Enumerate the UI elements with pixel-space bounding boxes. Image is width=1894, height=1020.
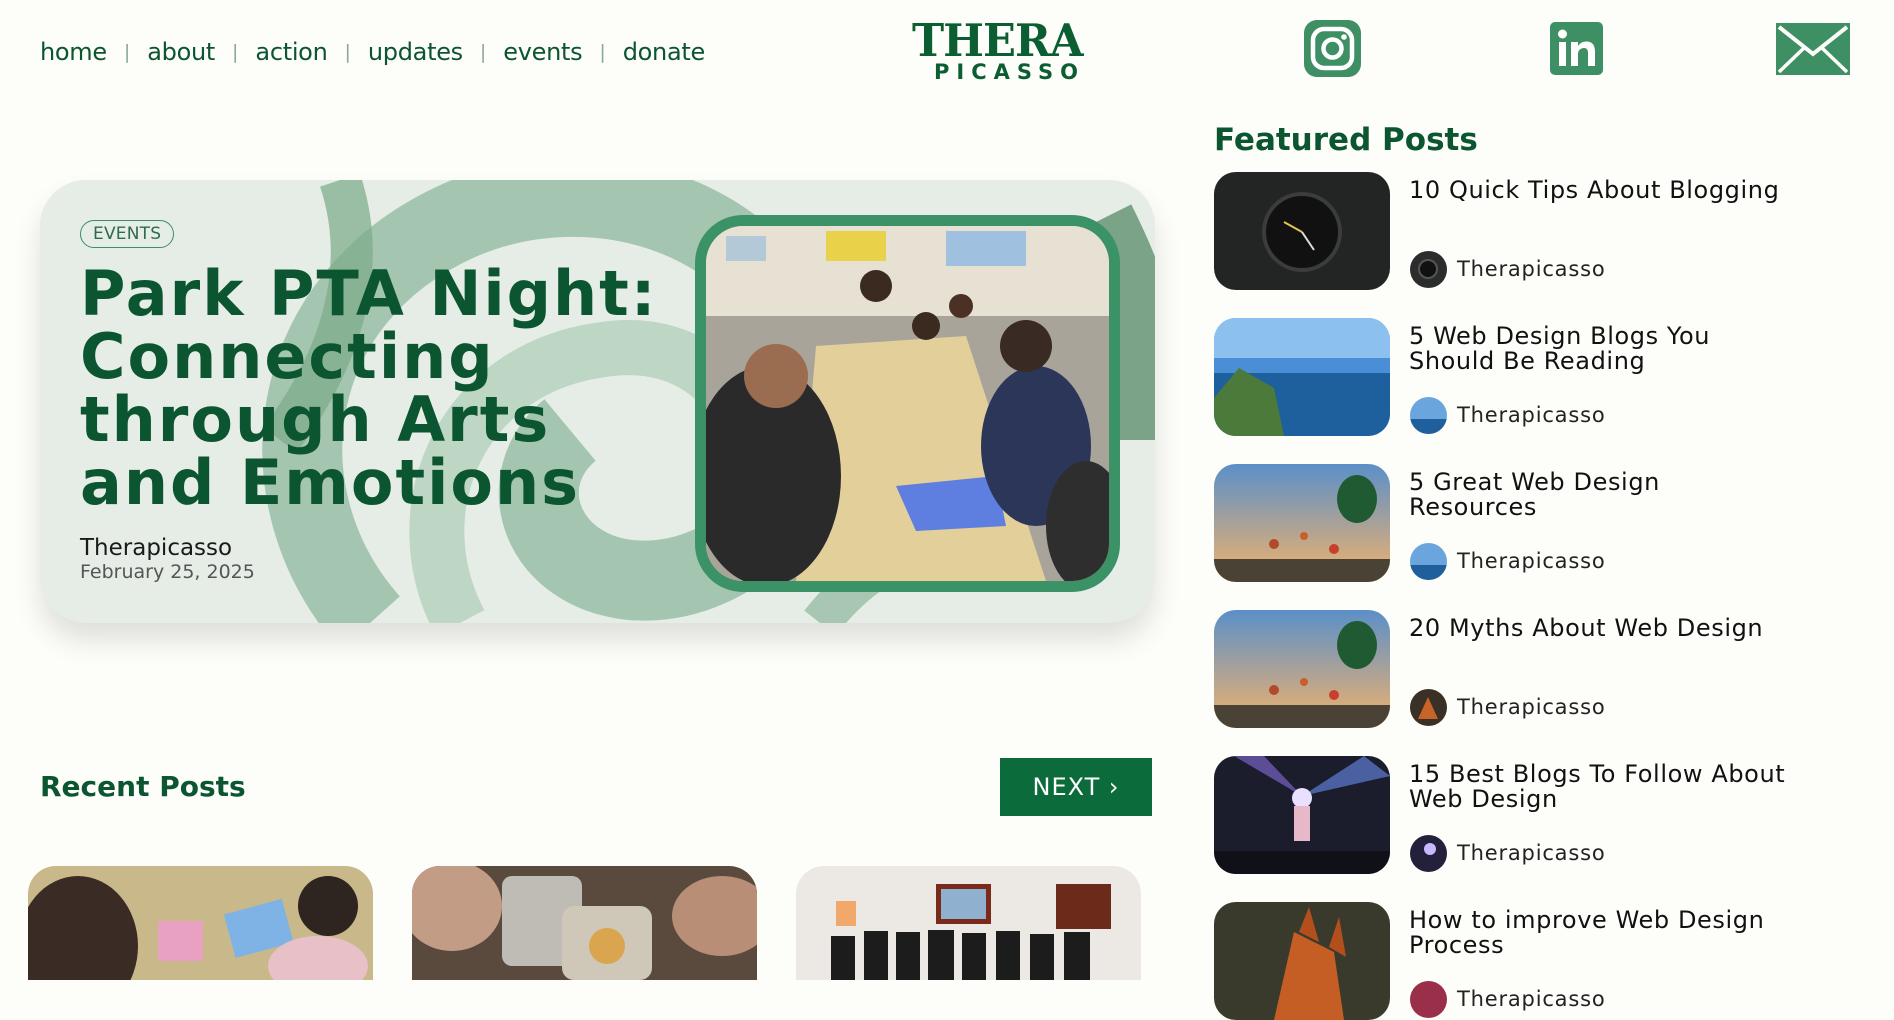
nav-events[interactable]: events	[503, 38, 582, 66]
featured-post-author: Therapicasso	[1457, 695, 1606, 719]
featured-post-title[interactable]: 5 Web Design Blogs You Should Be Reading	[1409, 324, 1794, 374]
featured-post-author: Therapicasso	[1457, 987, 1606, 1011]
nav-about[interactable]: about	[147, 38, 215, 66]
featured-post-thumbnail[interactable]	[1214, 902, 1390, 1020]
featured-post-thumbnail[interactable]	[1214, 464, 1390, 582]
recent-post-card[interactable]	[28, 866, 373, 980]
hero-title[interactable]: Park PTA Night: Connecting through Arts …	[80, 262, 700, 514]
nav-updates[interactable]: updates	[368, 38, 463, 66]
featured-post-title[interactable]: How to improve Web Design Process	[1409, 908, 1794, 958]
featured-posts-heading: Featured Posts	[1214, 122, 1478, 158]
nav-separator: |	[344, 41, 351, 63]
instagram-icon[interactable]	[1304, 20, 1361, 77]
featured-post-thumbnail[interactable]	[1214, 172, 1390, 290]
nav-home[interactable]: home	[40, 38, 107, 66]
site-logo[interactable]: THERA PICASSO	[912, 18, 1083, 88]
recent-post-image	[412, 866, 757, 980]
featured-post-title[interactable]: 5 Great Web Design Resources	[1409, 470, 1794, 520]
recent-post-image	[28, 866, 373, 980]
main-nav: home | about | action | updates | events…	[40, 38, 705, 66]
author-avatar	[1410, 543, 1447, 580]
featured-post-thumbnail[interactable]	[1214, 318, 1390, 436]
featured-post-author: Therapicasso	[1457, 841, 1606, 865]
author-avatar	[1410, 835, 1447, 872]
mail-icon[interactable]	[1776, 23, 1850, 75]
hero-photo[interactable]	[695, 215, 1120, 592]
nav-separator: |	[232, 41, 239, 63]
nav-separator: |	[123, 41, 131, 63]
hero-author: Therapicasso	[80, 535, 233, 561]
featured-post-item[interactable]: 5 Great Web Design Resources Therapicass…	[1214, 464, 1834, 582]
recent-post-image	[796, 866, 1141, 980]
author-avatar	[1410, 689, 1447, 726]
classroom-photo	[706, 226, 1109, 581]
recent-post-card[interactable]	[796, 866, 1141, 980]
nav-action[interactable]: action	[255, 38, 327, 66]
featured-post-title[interactable]: 10 Quick Tips About Blogging	[1409, 178, 1794, 203]
featured-post-title[interactable]: 15 Best Blogs To Follow About Web Design	[1409, 762, 1794, 812]
category-badge[interactable]: EVENTS	[80, 220, 175, 248]
featured-post-item[interactable]: How to improve Web Design Process Therap…	[1214, 902, 1834, 1020]
hero-card[interactable]: EVENTS Park PTA Night: Connecting throug…	[40, 180, 1155, 623]
featured-post-author: Therapicasso	[1457, 549, 1606, 573]
featured-post-item[interactable]: 5 Web Design Blogs You Should Be Reading…	[1214, 318, 1834, 436]
logo-line-2: PICASSO	[934, 60, 1086, 84]
linkedin-icon[interactable]	[1550, 22, 1603, 75]
author-avatar	[1410, 397, 1447, 434]
featured-post-item[interactable]: 15 Best Blogs To Follow About Web Design…	[1214, 756, 1834, 874]
featured-post-item[interactable]: 10 Quick Tips About Blogging Therapicass…	[1214, 172, 1834, 290]
recent-post-card[interactable]	[412, 866, 757, 980]
featured-post-author: Therapicasso	[1457, 257, 1606, 281]
author-avatar	[1410, 981, 1447, 1018]
nav-donate[interactable]: donate	[623, 38, 706, 66]
featured-post-thumbnail[interactable]	[1214, 756, 1390, 874]
author-avatar	[1410, 251, 1447, 288]
featured-post-title[interactable]: 20 Myths About Web Design	[1409, 616, 1794, 641]
hero-date: February 25, 2025	[80, 561, 255, 583]
featured-post-thumbnail[interactable]	[1214, 610, 1390, 728]
featured-post-author: Therapicasso	[1457, 403, 1606, 427]
next-button[interactable]: NEXT ›	[1000, 758, 1152, 816]
nav-separator: |	[479, 41, 487, 63]
recent-posts-heading: Recent Posts	[40, 770, 246, 803]
logo-line-1: THERA	[912, 14, 1083, 67]
featured-post-item[interactable]: 20 Myths About Web Design Therapicasso	[1214, 610, 1834, 728]
nav-separator: |	[599, 41, 606, 63]
